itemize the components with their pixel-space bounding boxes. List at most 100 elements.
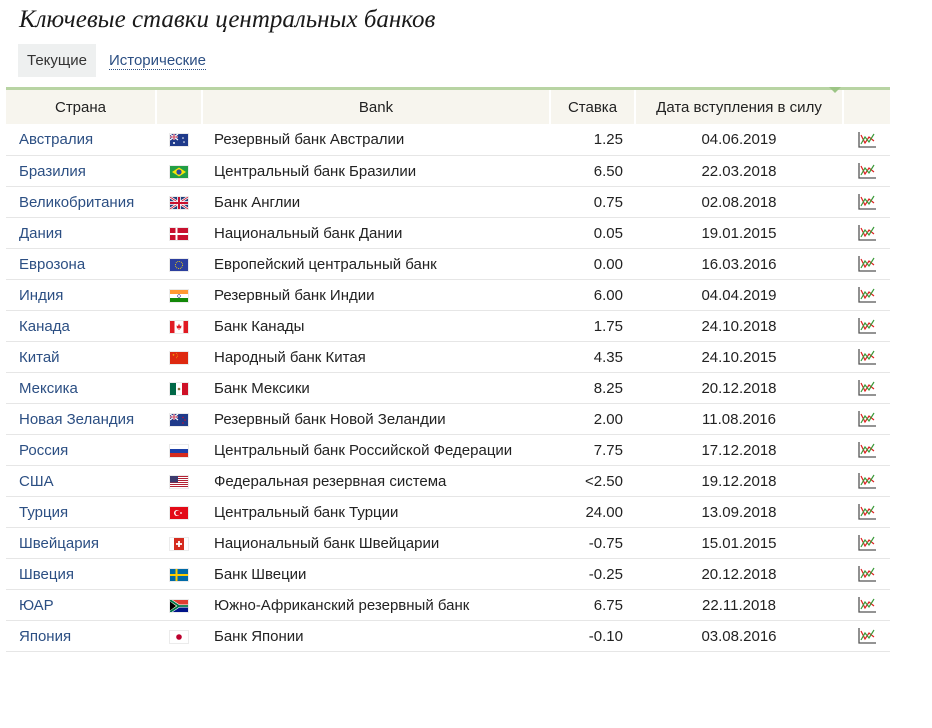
chart-icon[interactable] bbox=[857, 193, 877, 210]
rate-value: 6.00 bbox=[550, 279, 635, 311]
brazil-flag-icon bbox=[170, 163, 188, 180]
bank-name: Резервный банк Индии bbox=[202, 279, 550, 311]
bank-name: Банк Мексики bbox=[202, 372, 550, 404]
flag-cell bbox=[156, 341, 202, 373]
effective-date: 04.04.2019 bbox=[635, 279, 843, 311]
canada-flag-icon bbox=[170, 318, 188, 335]
chart-icon[interactable] bbox=[857, 472, 877, 489]
table-row: Бразилия Центральный банк Бразилии 6.50 22.… bbox=[6, 155, 890, 187]
rate-value: 2.00 bbox=[550, 403, 635, 435]
table-header-row: Страна Bank Ставка Дата вступления в сил… bbox=[6, 87, 890, 124]
chart-icon[interactable] bbox=[857, 596, 877, 613]
flag-cell bbox=[156, 465, 202, 497]
rate-value: -0.10 bbox=[550, 620, 635, 652]
country-link[interactable]: Мексика bbox=[6, 372, 156, 404]
country-link[interactable]: Швейцария bbox=[6, 527, 156, 559]
effective-date: 04.06.2019 bbox=[635, 124, 843, 156]
chart-icon[interactable] bbox=[857, 379, 877, 396]
col-header-rate[interactable]: Ставка bbox=[549, 88, 635, 124]
bank-name: Национальный банк Дании bbox=[202, 217, 550, 249]
chart-icon[interactable] bbox=[857, 627, 877, 644]
south-africa-flag-icon bbox=[170, 597, 188, 614]
chart-cell bbox=[843, 465, 890, 497]
country-link[interactable]: Швеция bbox=[6, 558, 156, 590]
country-link[interactable]: Турция bbox=[6, 496, 156, 528]
rate-value: -0.25 bbox=[550, 558, 635, 590]
switzerland-flag-icon bbox=[170, 535, 188, 552]
chart-icon[interactable] bbox=[857, 534, 877, 551]
china-flag-icon bbox=[170, 349, 188, 366]
russia-flag-icon bbox=[170, 442, 188, 459]
effective-date: 02.08.2018 bbox=[635, 186, 843, 218]
flag-cell bbox=[156, 217, 202, 249]
col-header-bank[interactable]: Bank bbox=[201, 88, 550, 124]
country-link[interactable]: Австралия bbox=[6, 124, 156, 156]
chart-cell bbox=[843, 124, 890, 156]
country-link[interactable]: Великобритания bbox=[6, 186, 156, 218]
chart-icon[interactable] bbox=[857, 565, 877, 582]
chart-icon[interactable] bbox=[857, 162, 877, 179]
col-header-flag bbox=[155, 88, 202, 124]
effective-date: 22.03.2018 bbox=[635, 155, 843, 187]
effective-date: 16.03.2016 bbox=[635, 248, 843, 280]
col-header-date[interactable]: Дата вступления в силу bbox=[634, 87, 843, 124]
country-link[interactable]: ЮАР bbox=[6, 589, 156, 621]
flag-cell bbox=[156, 372, 202, 404]
chart-icon[interactable] bbox=[857, 410, 877, 427]
rate-value: 0.75 bbox=[550, 186, 635, 218]
japan-flag-icon bbox=[170, 628, 188, 645]
bank-name: Центральный банк Российской Федерации bbox=[202, 434, 550, 466]
table-row: Канада Банк Канады 1.75 24.10.2018 bbox=[6, 310, 890, 342]
country-link[interactable]: Япония bbox=[6, 620, 156, 652]
bank-name: Банк Швеции bbox=[202, 558, 550, 590]
table-row: Швеция Банк Швеции -0.25 20.12.2018 bbox=[6, 558, 890, 590]
tab-current[interactable]: Текущие bbox=[18, 44, 96, 77]
col-header-date-label: Дата вступления в силу bbox=[656, 98, 822, 116]
chart-icon[interactable] bbox=[857, 255, 877, 272]
country-link[interactable]: Россия bbox=[6, 434, 156, 466]
effective-date: 17.12.2018 bbox=[635, 434, 843, 466]
chart-icon[interactable] bbox=[857, 503, 877, 520]
chart-icon[interactable] bbox=[857, 286, 877, 303]
country-link[interactable]: Индия bbox=[6, 279, 156, 311]
chart-icon[interactable] bbox=[857, 441, 877, 458]
country-link[interactable]: Бразилия bbox=[6, 155, 156, 187]
chart-icon[interactable] bbox=[857, 317, 877, 334]
rate-value: 24.00 bbox=[550, 496, 635, 528]
chart-icon[interactable] bbox=[857, 348, 877, 365]
table-row: Турция Центральный банк Турции 24.00 13.09.… bbox=[6, 496, 890, 528]
chart-icon[interactable] bbox=[857, 130, 877, 148]
australia-flag-icon bbox=[170, 131, 188, 148]
chart-cell bbox=[843, 527, 890, 559]
india-flag-icon bbox=[170, 287, 188, 304]
country-link[interactable]: США bbox=[6, 465, 156, 497]
effective-date: 19.12.2018 bbox=[635, 465, 843, 497]
country-link[interactable]: Канада bbox=[6, 310, 156, 342]
bank-name: Резервный банк Австралии bbox=[202, 124, 550, 156]
chart-cell bbox=[843, 558, 890, 590]
country-link[interactable]: Китай bbox=[6, 341, 156, 373]
col-header-country[interactable]: Страна bbox=[6, 88, 156, 124]
table-row: Швейцария Национальный банк Швейцарии -0.7… bbox=[6, 527, 890, 559]
rate-value: <2.50 bbox=[550, 465, 635, 497]
rate-value: 1.25 bbox=[550, 124, 635, 156]
country-link[interactable]: Еврозона bbox=[6, 248, 156, 280]
table-row: Россия Центральный банк Российской Федера… bbox=[6, 434, 890, 466]
effective-date: 13.09.2018 bbox=[635, 496, 843, 528]
effective-date: 11.08.2016 bbox=[635, 403, 843, 435]
chart-cell bbox=[843, 620, 890, 652]
country-link[interactable]: Дания bbox=[6, 217, 156, 249]
rate-value: 6.50 bbox=[550, 155, 635, 187]
flag-cell bbox=[156, 186, 202, 218]
table-row: Еврозона Европейский центральный банк 0.00… bbox=[6, 248, 890, 280]
flag-cell bbox=[156, 279, 202, 311]
country-link[interactable]: Новая Зеландия bbox=[6, 403, 156, 435]
turkey-flag-icon bbox=[170, 504, 188, 521]
sort-arrow-icon bbox=[829, 87, 841, 93]
eu-flag-icon bbox=[170, 256, 188, 273]
mexico-flag-icon bbox=[170, 380, 188, 397]
uk-flag-icon bbox=[170, 194, 188, 211]
chart-icon[interactable] bbox=[857, 224, 877, 241]
flag-cell bbox=[156, 248, 202, 280]
tab-historical[interactable]: Исторические bbox=[100, 44, 215, 77]
